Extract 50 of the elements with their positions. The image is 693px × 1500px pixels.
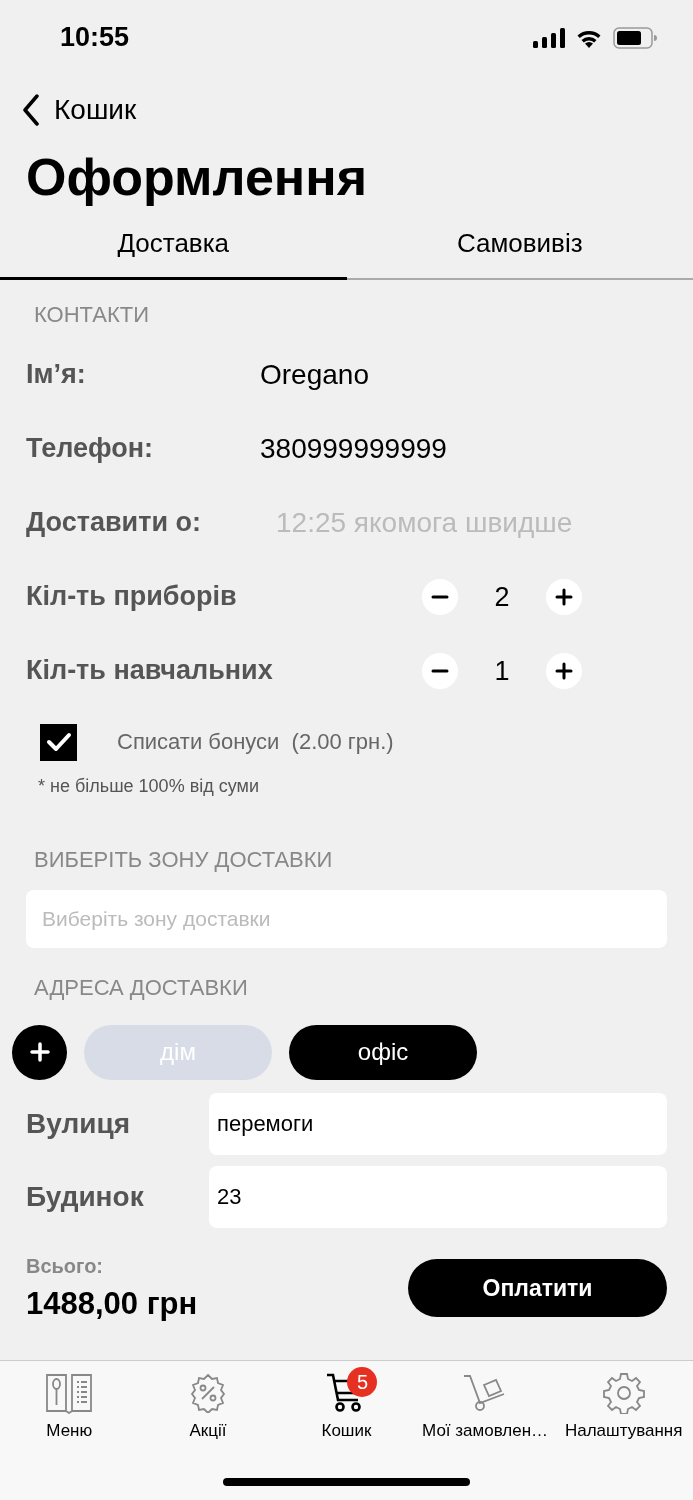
input-field[interactable]: 23 (209, 1166, 667, 1228)
total-amount: 1488,00 грн (26, 1285, 198, 1322)
field-label: Телефон: (26, 432, 155, 466)
check-icon (45, 731, 72, 753)
field-label: Кіл-ть навчальних (26, 654, 273, 688)
plus-icon (555, 588, 573, 606)
note-text: * не більше 100% від суми (37, 776, 260, 798)
tab-bar-item[interactable]: Акції (138, 1361, 278, 1500)
add-button[interactable] (12, 1024, 67, 1080)
plus-icon (555, 662, 573, 680)
count-badge: 5 (347, 1367, 378, 1397)
battery-icon (613, 26, 657, 49)
minus-icon (431, 669, 449, 673)
tab-bar-item[interactable]: Меню (0, 1361, 139, 1500)
tab-bar-item[interactable]: 5 Кошик (277, 1361, 416, 1500)
section-header: КОНТАКТИ (33, 301, 151, 329)
back-link[interactable]: Кошик (22, 94, 137, 126)
signal-icon (533, 27, 565, 48)
plus-button[interactable] (546, 653, 582, 689)
stepper-value: 1 (493, 655, 511, 687)
field-value[interactable]: Oregano (260, 359, 369, 391)
input-field[interactable]: перемоги (209, 1093, 667, 1155)
address-chip[interactable]: офіс (289, 1024, 477, 1080)
settings-icon (602, 1372, 645, 1414)
tab[interactable]: Самовивіз (346, 210, 693, 280)
field-label: Кіл-ть приборів (26, 580, 238, 614)
field-label: Будинок (26, 1181, 145, 1213)
page-title: Оформлення (25, 147, 368, 208)
field-value[interactable]: 380999999999 (260, 433, 447, 465)
plus-button[interactable] (546, 579, 582, 615)
field-label: Вулиця (26, 1108, 131, 1140)
tab-bar-item[interactable]: Налаштування (554, 1361, 693, 1500)
chevron-icon (22, 94, 40, 126)
minus-button[interactable] (422, 579, 458, 615)
tab-bar-item[interactable]: Мої замовлен… (415, 1361, 555, 1500)
menu-book-icon (44, 1372, 95, 1414)
pay-button[interactable]: Оплатити (408, 1259, 667, 1317)
total-label: Всього: (26, 1254, 105, 1278)
minus-button[interactable] (422, 653, 458, 689)
field-label: Ім’я: (26, 358, 87, 392)
plus-icon (29, 1042, 50, 1062)
checkbox[interactable] (40, 723, 77, 761)
section-header: АДРЕСА ДОСТАВКИ (33, 974, 249, 1002)
tab[interactable]: Доставка (0, 210, 347, 280)
status-time: 10:55 (60, 22, 130, 53)
checkbox-label: Списати бонуси (2.00 грн.) (117, 729, 394, 755)
field-label: Доставити о: (26, 506, 202, 540)
section-header: ВИБЕРІТЬ ЗОНУ ДОСТАВКИ (33, 846, 334, 874)
stepper-value: 2 (493, 581, 511, 613)
minus-icon (431, 595, 449, 599)
